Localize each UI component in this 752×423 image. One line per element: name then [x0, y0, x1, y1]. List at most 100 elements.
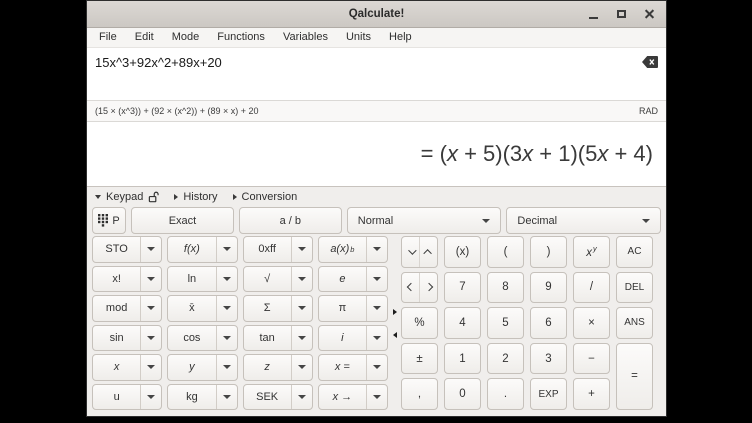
minimize-button[interactable] — [584, 5, 602, 23]
key-fx[interactable]: f(x) — [167, 236, 237, 263]
key-smart-parens[interactable]: (x) — [444, 236, 481, 268]
key-var-z-menu[interactable] — [291, 355, 312, 380]
key-sum-menu[interactable] — [291, 296, 312, 321]
key-plus-minus[interactable]: ± — [401, 343, 438, 375]
key-digit-6[interactable]: 6 — [530, 307, 567, 339]
key-equals[interactable]: = — [616, 343, 653, 410]
nav-left-button[interactable] — [402, 273, 419, 303]
exact-mode-button[interactable]: Exact — [131, 207, 234, 234]
key-digit-7[interactable]: 7 — [444, 272, 481, 304]
menu-units[interactable]: Units — [337, 28, 380, 47]
key-convert-menu[interactable] — [366, 385, 387, 410]
key-sto-menu[interactable] — [140, 237, 161, 262]
key-sqrt[interactable]: √ — [243, 266, 313, 293]
key-currency-sek[interactable]: SEK — [243, 384, 313, 411]
key-var-x-menu[interactable] — [140, 355, 161, 380]
fraction-mode-button[interactable]: a / b — [239, 207, 342, 234]
key-clear-all[interactable]: AC — [616, 236, 653, 268]
key-mod-menu[interactable] — [140, 296, 161, 321]
key-plus[interactable]: + — [573, 378, 610, 410]
menu-variables[interactable]: Variables — [274, 28, 337, 47]
maximize-button[interactable] — [612, 5, 630, 23]
key-ln[interactable]: ln — [167, 266, 237, 293]
key-minus[interactable]: − — [573, 343, 610, 375]
key-paren-close[interactable]: ) — [530, 236, 567, 268]
key-assign-menu[interactable] — [366, 355, 387, 380]
key-cos-menu[interactable] — [216, 326, 237, 351]
menu-file[interactable]: File — [90, 28, 126, 47]
key-imaginary-menu[interactable] — [366, 326, 387, 351]
unlock-icon[interactable] — [148, 191, 159, 203]
nav-right-button[interactable] — [419, 273, 437, 303]
key-fx-menu[interactable] — [216, 237, 237, 262]
key-sin[interactable]: sin — [92, 325, 162, 352]
key-factorial-menu[interactable] — [140, 267, 161, 292]
number-base-select[interactable]: Decimal — [506, 207, 661, 234]
key-digit-1[interactable]: 1 — [444, 343, 481, 375]
key-digit-8[interactable]: 8 — [487, 272, 524, 304]
key-unit-kg-menu[interactable] — [216, 385, 237, 410]
key-pi-menu[interactable] — [366, 296, 387, 321]
keypad-toggle[interactable]: Keypad — [95, 191, 159, 203]
key-sum[interactable]: Σ — [243, 295, 313, 322]
key-hex[interactable]: 0xff — [243, 236, 313, 263]
result-display[interactable]: = (x + 5)(3x + 1)(5x + 4) — [87, 122, 666, 186]
key-comma[interactable]: , — [401, 378, 438, 410]
backspace-icon[interactable] — [642, 56, 658, 68]
key-divide[interactable]: / — [573, 272, 610, 304]
key-delete[interactable]: DEL — [616, 272, 653, 304]
key-imaginary[interactable]: i — [318, 325, 388, 352]
key-percent[interactable]: % — [401, 307, 438, 339]
key-power-function[interactable]: a(x)b — [318, 236, 388, 263]
key-var-y-menu[interactable] — [216, 355, 237, 380]
nav-up-button[interactable] — [419, 237, 437, 267]
key-mean[interactable]: x̄ — [167, 295, 237, 322]
key-convert[interactable]: x → — [318, 384, 388, 411]
key-mean-menu[interactable] — [216, 296, 237, 321]
key-unit-kg[interactable]: kg — [167, 384, 237, 411]
key-multiply[interactable]: × — [573, 307, 610, 339]
key-digit-5[interactable]: 5 — [487, 307, 524, 339]
programming-keypad-button[interactable]: P — [92, 207, 126, 234]
key-power[interactable]: xy — [573, 236, 610, 268]
key-answer[interactable]: ANS — [616, 307, 653, 339]
key-digit-3[interactable]: 3 — [530, 343, 567, 375]
key-paren-open[interactable]: ( — [487, 236, 524, 268]
key-hex-menu[interactable] — [291, 237, 312, 262]
key-sto[interactable]: STO — [92, 236, 162, 263]
expand-right-handle[interactable] — [393, 309, 397, 315]
expand-left-handle[interactable] — [393, 332, 397, 338]
nav-down-button[interactable] — [402, 237, 419, 267]
key-digit-0[interactable]: 0 — [444, 378, 481, 410]
key-var-x[interactable]: x — [92, 354, 162, 381]
key-digit-4[interactable]: 4 — [444, 307, 481, 339]
key-e-constant[interactable]: e — [318, 266, 388, 293]
display-mode-select[interactable]: Normal — [347, 207, 502, 234]
key-power-function-menu[interactable] — [366, 237, 387, 262]
key-factorial[interactable]: x! — [92, 266, 162, 293]
key-mod[interactable]: mod — [92, 295, 162, 322]
menu-mode[interactable]: Mode — [163, 28, 209, 47]
key-tan-menu[interactable] — [291, 326, 312, 351]
nav-cursor[interactable] — [401, 272, 438, 304]
key-var-z[interactable]: z — [243, 354, 313, 381]
key-currency-sek-menu[interactable] — [291, 385, 312, 410]
key-e-constant-menu[interactable] — [366, 267, 387, 292]
key-exp[interactable]: EXP — [530, 378, 567, 410]
titlebar[interactable]: Qalculate! — [87, 1, 666, 28]
conversion-toggle[interactable]: Conversion — [233, 191, 298, 203]
key-assign[interactable]: x = — [318, 354, 388, 381]
key-var-y[interactable]: y — [167, 354, 237, 381]
nav-scroll[interactable] — [401, 236, 438, 268]
key-unit-u[interactable]: u — [92, 384, 162, 411]
key-unit-u-menu[interactable] — [140, 385, 161, 410]
key-digit-9[interactable]: 9 — [530, 272, 567, 304]
key-digit-2[interactable]: 2 — [487, 343, 524, 375]
menu-functions[interactable]: Functions — [208, 28, 274, 47]
key-sqrt-menu[interactable] — [291, 267, 312, 292]
menu-help[interactable]: Help — [380, 28, 421, 47]
close-button[interactable] — [640, 5, 658, 23]
key-tan[interactable]: tan — [243, 325, 313, 352]
menu-edit[interactable]: Edit — [126, 28, 163, 47]
history-toggle[interactable]: History — [174, 191, 217, 203]
